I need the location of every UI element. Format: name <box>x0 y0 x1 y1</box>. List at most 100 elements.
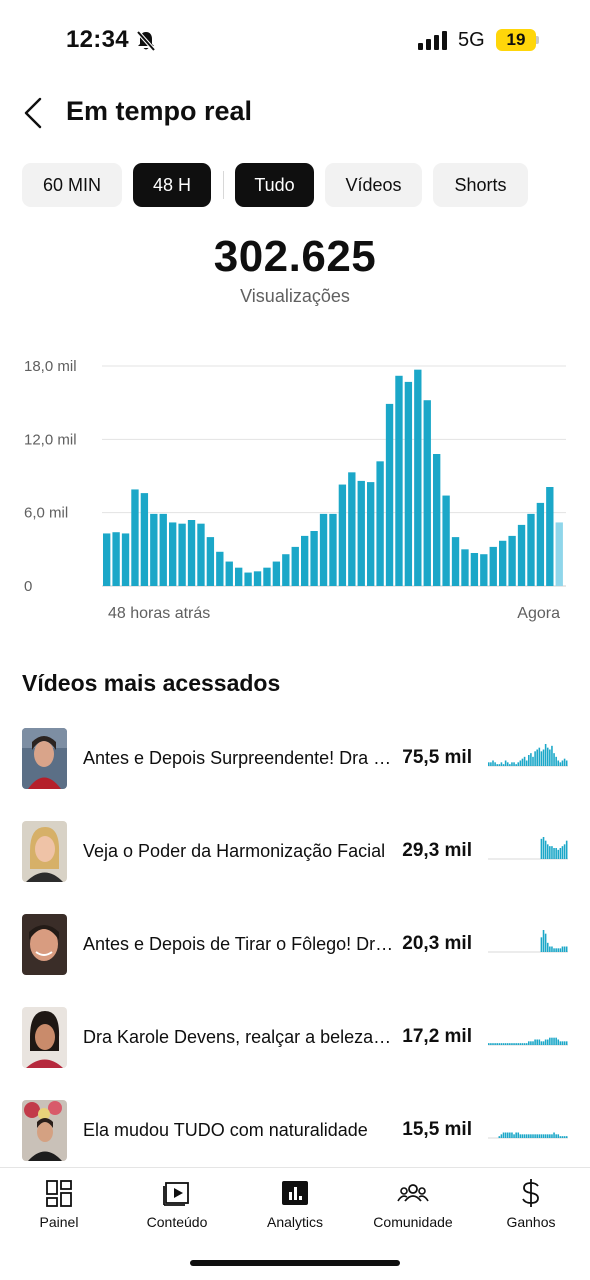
video-row[interactable]: Antes e Depois Surpreendente! Dra Karole… <box>0 712 590 805</box>
chart-bar[interactable] <box>357 480 365 586</box>
chart-bar[interactable] <box>282 554 290 586</box>
video-title: Ela mudou TUDO com naturalidade <box>83 1120 368 1140</box>
chart-bar[interactable] <box>253 571 262 586</box>
chart-bar[interactable] <box>508 535 516 586</box>
chart-bar[interactable] <box>527 513 535 586</box>
chart-bar[interactable] <box>225 561 233 586</box>
chart-bar[interactable] <box>121 533 130 586</box>
chart-bar[interactable] <box>319 513 328 586</box>
sparkline-bar <box>536 749 538 766</box>
chart-bar[interactable] <box>291 546 299 586</box>
chart-bar[interactable] <box>150 513 158 586</box>
sparkline-bar <box>551 745 553 766</box>
chart-bar[interactable] <box>414 369 422 586</box>
chart-bar[interactable] <box>404 381 413 586</box>
chart-bar[interactable] <box>310 531 318 586</box>
chart-bar[interactable] <box>546 487 554 586</box>
chart-bar[interactable] <box>433 454 441 586</box>
nav-item-comunidade[interactable]: Comunidade <box>354 1178 472 1238</box>
sparkline-bar <box>559 848 562 859</box>
sparkline-bar <box>557 948 560 952</box>
sparkline-bar <box>496 764 498 766</box>
chart-bar[interactable] <box>348 472 356 586</box>
nav-item-ganhos[interactable]: Ganhos <box>472 1178 590 1238</box>
sparkline-bar <box>559 1136 562 1138</box>
chart-bar[interactable] <box>112 532 120 586</box>
views-chart-svg: 18,0 mil 12,0 mil 6,0 mil 0 48 horas atrás Ag… <box>24 358 566 622</box>
sparkline-bar <box>525 760 528 766</box>
sparkline-bar <box>555 948 557 952</box>
chart-bar[interactable] <box>197 523 205 586</box>
sparkline-bar <box>553 753 555 766</box>
video-thumbnail <box>22 728 67 789</box>
video-row[interactable]: Dra Karole Devens, realçar a beleza natu… <box>0 991 590 1084</box>
chart-bar[interactable] <box>555 522 563 586</box>
chart-bar[interactable] <box>499 540 507 586</box>
chart-bar[interactable] <box>169 522 177 586</box>
chart-bar[interactable] <box>470 553 479 586</box>
video-row[interactable]: Antes e Depois de Tirar o Fôlego! Dra Ka… <box>0 898 590 991</box>
chart-bar[interactable] <box>159 513 167 586</box>
nav-item-analytics[interactable]: Analytics <box>236 1178 354 1238</box>
chart-bar[interactable] <box>480 554 488 586</box>
chart-bar[interactable] <box>178 523 186 586</box>
chart-bar[interactable] <box>216 551 224 586</box>
chart-bar[interactable] <box>385 403 394 586</box>
chart-bar[interactable] <box>395 375 403 586</box>
nav-item-conteudo[interactable]: Conteúdo <box>118 1178 236 1238</box>
sparkline-bar <box>528 1041 530 1045</box>
chip-60-min[interactable]: 60 MIN <box>22 163 122 207</box>
sparkline-bar <box>494 1043 496 1045</box>
sparkline-bar <box>544 840 547 859</box>
back-button[interactable] <box>18 94 52 132</box>
chart-bar[interactable] <box>517 524 526 586</box>
chart-bar[interactable] <box>423 400 431 586</box>
video-row[interactable]: Ela mudou TUDO com naturalidade 15,5 mil <box>0 1084 590 1167</box>
sparkline-bar <box>490 762 492 766</box>
chart-bar[interactable] <box>244 572 252 586</box>
chart-bar[interactable] <box>140 493 149 586</box>
chip-shorts[interactable]: Shorts <box>433 163 528 207</box>
sparkline-bar <box>519 1043 522 1045</box>
chart-bar[interactable] <box>376 461 384 586</box>
nav-item-painel[interactable]: Painel <box>0 1178 118 1238</box>
chart-bar[interactable] <box>338 484 347 586</box>
chart-bar[interactable] <box>536 502 545 586</box>
sparkline-bar <box>551 1037 553 1045</box>
chart-bar[interactable] <box>301 535 309 586</box>
sparkline-bar <box>528 1134 530 1138</box>
chart-bar[interactable] <box>489 546 497 586</box>
sparkline-bar <box>511 762 513 766</box>
video-row[interactable]: Veja o Poder da Harmonização Facial 29,3… <box>0 805 590 898</box>
sparkline-bar <box>498 1136 501 1138</box>
chart-bar[interactable] <box>329 513 337 586</box>
chart-bar[interactable] <box>131 489 139 586</box>
chart-bar[interactable] <box>442 495 450 586</box>
chart-bar[interactable] <box>103 533 111 586</box>
sparkline-bar <box>513 762 515 766</box>
chart-bar[interactable] <box>451 537 460 586</box>
sparkline-bar <box>494 762 496 766</box>
chip-videos[interactable]: Vídeos <box>325 163 422 207</box>
sparkline-bar <box>517 762 520 766</box>
sparkline-bar <box>498 1043 501 1045</box>
chip-48-h[interactable]: 48 H <box>133 163 211 207</box>
chart-bar[interactable] <box>367 482 375 586</box>
chart-bar[interactable] <box>461 549 469 586</box>
video-sparkline <box>488 744 568 767</box>
chart-bar[interactable] <box>263 567 271 586</box>
chart-bar[interactable] <box>235 567 243 586</box>
chip-all[interactable]: Tudo <box>235 163 314 207</box>
chart-bar[interactable] <box>206 537 215 586</box>
chart-bar[interactable] <box>187 520 196 586</box>
chart-x-start-label: 48 horas atrás <box>108 605 210 622</box>
sparkline-bar <box>502 1043 505 1045</box>
sparkline-bar <box>532 1134 534 1138</box>
sparkline-bar <box>502 1132 505 1138</box>
sparkline-bar <box>498 764 501 766</box>
sparkline-bar <box>506 1132 509 1138</box>
sparkline-bar <box>511 1043 513 1045</box>
chart-bar[interactable] <box>272 561 281 586</box>
sparkline-bar <box>504 1043 507 1045</box>
sparkline-bar <box>561 946 564 952</box>
